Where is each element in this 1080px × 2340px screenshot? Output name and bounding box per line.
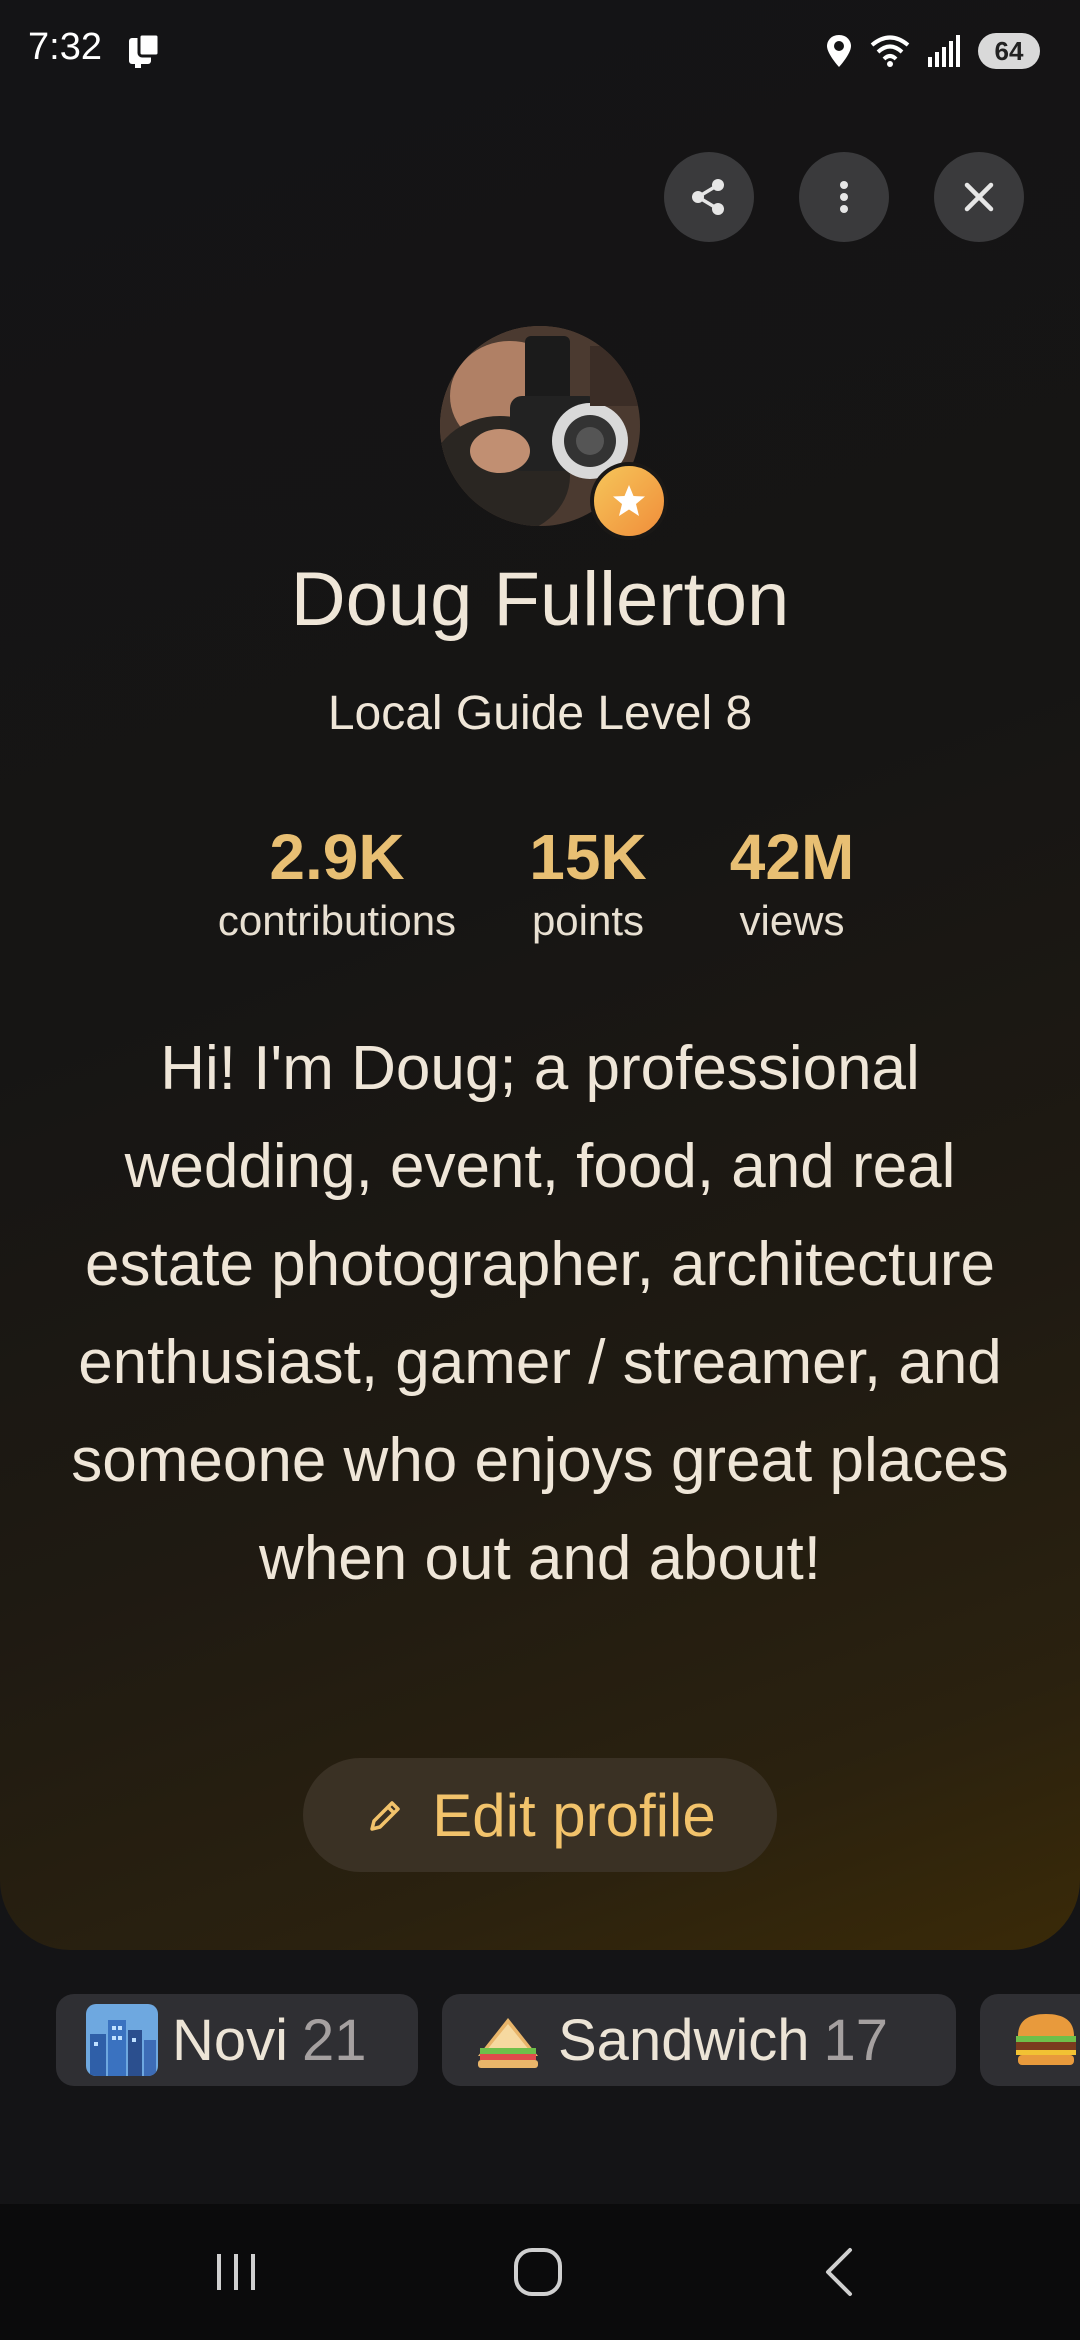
notification-icon [129,32,161,68]
more-vert-icon [840,181,848,213]
home-button[interactable] [488,2232,588,2312]
stat-value: 42M [729,821,855,893]
stat-value: 2.9K [269,821,405,893]
burger-icon [1010,2004,1080,2076]
stat-contributions[interactable]: 2.9K contributions [198,820,476,948]
status-bar: 7:32 64 [0,0,1080,100]
signal-icon [928,35,960,67]
battery-icon: 64 [978,33,1040,69]
stat-label: views [739,897,845,944]
profile-name: Doug Fullerton [290,557,790,642]
pencil-icon [370,1801,400,1831]
close-button[interactable] [934,152,1024,242]
edit-profile-button[interactable]: Edit profile [303,1758,777,1872]
status-time: 7:32 [28,26,102,68]
wifi-icon [870,35,910,67]
close-icon [964,182,994,212]
more-options-button[interactable] [799,152,889,242]
local-guide-badge-icon [590,462,668,540]
chip-novi[interactable]: Novi 21 [56,1994,418,2086]
location-icon [827,35,851,67]
stat-label: contributions [217,897,457,944]
recent-apps-button[interactable] [186,2232,286,2312]
home-icon [514,2248,562,2296]
system-navigation-bar [0,2204,1080,2340]
chip-burger[interactable] [980,1994,1080,2086]
category-chips: Novi 21 Sandwich 17 [0,1994,1080,2086]
status-icons: 64 [824,30,1040,72]
stat-points[interactable]: 15K points [508,820,668,948]
chip-sandwich[interactable]: Sandwich 17 [442,1994,956,2086]
chip-count: 21 [302,2007,367,2073]
profile-card: Doug Fullerton Local Guide Level 8 2.9K … [0,0,1080,1950]
back-icon [826,2248,852,2296]
cityscape-icon [86,2004,158,2076]
stat-value: 15K [529,821,647,893]
chip-label: Sandwich [558,2007,810,2073]
back-button[interactable] [790,2232,890,2312]
avatar[interactable] [440,326,668,540]
profile-screen: Doug Fullerton Local Guide Level 8 2.9K … [0,0,1080,2340]
stat-label: points [531,897,645,944]
battery-level: 64 [994,35,1024,66]
share-button[interactable] [664,152,754,242]
stat-views[interactable]: 42M views [712,820,872,948]
local-guide-level[interactable]: Local Guide Level 8 [0,686,1080,741]
chip-count: 17 [823,2007,888,2073]
profile-bio: Hi! I'm Doug; a professional wedding, ev… [71,1034,1009,1593]
edit-profile-label: Edit profile [432,1781,716,1849]
share-icon [692,179,724,215]
recent-apps-icon [217,2254,255,2290]
chip-label: Novi [172,2007,289,2073]
sandwich-icon [472,2004,544,2076]
